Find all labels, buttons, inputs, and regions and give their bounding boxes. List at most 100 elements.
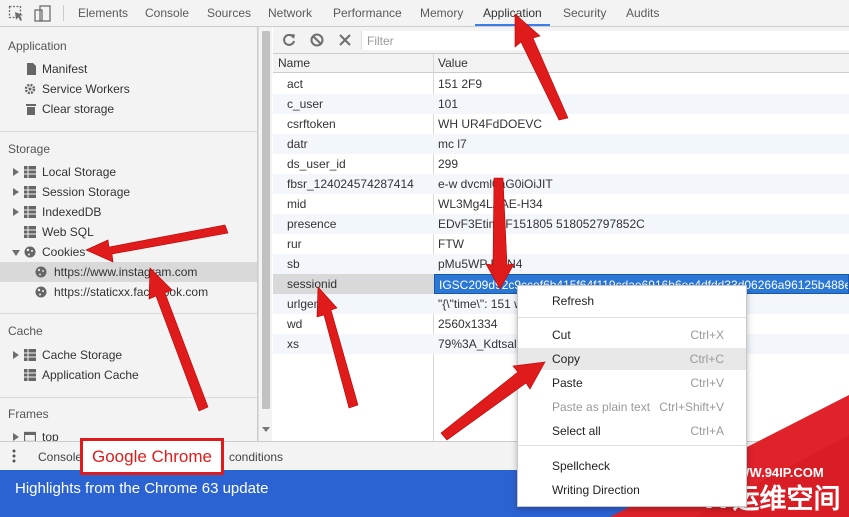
cookie-name-cell[interactable]: datr — [273, 134, 433, 154]
cookie-name-cell[interactable]: csrftoken — [273, 114, 433, 134]
delete-selected-icon[interactable] — [337, 32, 353, 48]
expand-arrow-icon[interactable] — [13, 433, 19, 441]
column-header-value[interactable]: Value — [438, 54, 468, 73]
menu-item-spellcheck[interactable]: Spellcheck — [518, 455, 746, 477]
expand-arrow-icon[interactable] — [13, 188, 19, 196]
cookie-name-cell[interactable]: act — [273, 74, 433, 94]
cookie-name-cell[interactable]: fbsr_124024574287414 — [273, 174, 433, 194]
tab-memory[interactable]: Memory — [420, 0, 463, 26]
sidebar-item-application-cache[interactable]: Application Cache — [0, 365, 257, 385]
menu-item-label: Paste — [552, 376, 583, 390]
sidebar-item-cookies[interactable]: Cookies — [0, 242, 257, 262]
device-toggle-icon[interactable] — [34, 5, 51, 22]
sidebar-item-cookie-site[interactable]: https://staticxx.facebook.com — [0, 282, 257, 302]
menu-item-copy[interactable]: Copy Ctrl+C — [518, 348, 746, 370]
scroll-down-icon[interactable] — [262, 427, 270, 432]
table-row[interactable]: act 151 2F9 — [273, 74, 849, 94]
tab-console[interactable]: Console — [145, 0, 189, 26]
context-menu: Refresh Cut Ctrl+X Copy Ctrl+C Paste Ctrl+V Pas… — [517, 285, 747, 507]
cookie-value-cell[interactable]: 101 — [434, 94, 849, 114]
expand-arrow-icon[interactable] — [13, 208, 19, 216]
table-row[interactable]: rur FTW — [273, 234, 849, 254]
tab-elements[interactable]: Elements — [78, 0, 128, 26]
menu-item-select-all[interactable]: Select all Ctrl+A — [518, 420, 746, 442]
banner-text[interactable]: Highlights from the Chrome 63 update — [15, 480, 268, 497]
sidebar-item-label: Service Workers — [42, 82, 130, 96]
table-row[interactable]: c_user 101 — [273, 94, 849, 114]
sidebar-item-service-workers[interactable]: Service Workers — [0, 79, 257, 99]
cookie-name-cell[interactable]: urlgen — [273, 294, 433, 314]
cookie-value-cell[interactable]: WH UR4FdDOEVC — [434, 114, 849, 134]
sidebar-scrollbar[interactable] — [258, 27, 272, 441]
cookie-name-cell[interactable]: rur — [273, 234, 433, 254]
cookie-value-cell[interactable]: pMu5WP BDN4 — [434, 254, 849, 274]
cookie-value-cell[interactable]: WL3Mg4LAAE-H34 — [434, 194, 849, 214]
menu-item-cut[interactable]: Cut Ctrl+X — [518, 324, 746, 346]
inspect-icon[interactable] — [8, 5, 25, 22]
menu-item-shortcut: Ctrl+C — [689, 352, 724, 366]
menu-item-label: Copy — [552, 352, 581, 366]
cookie-name-cell[interactable]: ds_user_id — [273, 154, 433, 174]
cookie-value-cell[interactable]: mc l7 — [434, 134, 849, 154]
sidebar-item-indexeddb[interactable]: IndexedDB — [0, 202, 257, 222]
sidebar-item-session-storage[interactable]: Session Storage — [0, 182, 257, 202]
expand-arrow-icon[interactable] — [13, 168, 19, 176]
cookie-name-cell[interactable]: wd — [273, 314, 433, 334]
tab-application[interactable]: Application — [475, 0, 550, 26]
table-row[interactable]: mid WL3Mg4LAAE-H34 — [273, 194, 849, 214]
table-row[interactable]: sb pMu5WP BDN4 — [273, 254, 849, 274]
tab-sources[interactable]: Sources — [207, 0, 251, 26]
table-row[interactable]: presence EDvF3EtimeF151805 518052797852C — [273, 214, 849, 234]
sidebar-item-web-sql[interactable]: Web SQL — [0, 222, 257, 242]
collapse-arrow-icon[interactable] — [12, 250, 20, 256]
trash-icon — [25, 103, 37, 115]
sidebar-item-cache-storage[interactable]: Cache Storage — [0, 345, 257, 365]
clear-all-icon[interactable] — [309, 32, 325, 48]
cookie-value-cell[interactable]: e-w dvcml0aG0iOiJIT — [434, 174, 849, 194]
scrollbar-thumb[interactable] — [262, 31, 270, 409]
cookie-value-cell[interactable]: EDvF3EtimeF151805 518052797852C — [434, 214, 849, 234]
cookie-value-cell[interactable]: 299 — [434, 154, 849, 174]
menu-item-label: Select all — [552, 424, 601, 438]
cookie-name-cell[interactable]: mid — [273, 194, 433, 214]
menu-item-paste[interactable]: Paste Ctrl+V — [518, 372, 746, 394]
menu-item-shortcut: Ctrl+A — [690, 424, 724, 438]
column-header-name[interactable]: Name — [278, 54, 310, 73]
drawer-tab-network-conditions[interactable]: conditions — [229, 450, 283, 464]
menu-item-paste-as-plain-text: Paste as plain text Ctrl+Shift+V — [518, 396, 746, 418]
tab-network[interactable]: Network — [268, 0, 312, 26]
menu-item-writing-direction[interactable]: Writing Direction — [518, 479, 746, 501]
section-title-storage: Storage — [8, 142, 51, 156]
cookie-name-cell[interactable]: sb — [273, 254, 433, 274]
application-sidebar: Application Manifest Service Workers Cle… — [0, 27, 258, 441]
table-row[interactable]: fbsr_124024574287414 e-w dvcml0aG0iOiJIT — [273, 174, 849, 194]
document-icon — [25, 63, 37, 75]
drawer-tab-console[interactable]: Console — [38, 450, 82, 464]
sidebar-item-clear-storage[interactable]: Clear storage — [0, 99, 257, 119]
section-title-frames: Frames — [8, 407, 49, 421]
menu-item-refresh[interactable]: Refresh — [518, 290, 746, 312]
refresh-icon[interactable] — [281, 32, 297, 48]
cookie-name-cell[interactable]: xs — [273, 334, 433, 354]
cookie-value-cell[interactable]: FTW — [434, 234, 849, 254]
table-row[interactable]: datr mc l7 — [273, 134, 849, 154]
more-options-icon[interactable] — [12, 449, 16, 463]
sidebar-item-cookie-site[interactable]: https://www.instagram.com — [0, 262, 257, 282]
table-row[interactable]: csrftoken WH UR4FdDOEVC — [273, 114, 849, 134]
menu-item-label: Paste as plain text — [552, 400, 651, 414]
filter-input[interactable] — [361, 31, 849, 50]
cookie-name-cell[interactable]: c_user — [273, 94, 433, 114]
sidebar-item-label: IndexedDB — [42, 205, 102, 219]
cookie-name-cell[interactable]: presence — [273, 214, 433, 234]
tab-performance[interactable]: Performance — [333, 0, 402, 26]
sidebar-item-manifest[interactable]: Manifest — [0, 59, 257, 79]
expand-arrow-icon[interactable] — [13, 351, 19, 359]
cookie-name-cell[interactable]: sessionid — [273, 274, 433, 294]
tab-audits[interactable]: Audits — [626, 0, 659, 26]
tab-security[interactable]: Security — [563, 0, 606, 26]
table-row[interactable]: ds_user_id 299 — [273, 154, 849, 174]
sidebar-item-label: https://www.instagram.com — [54, 265, 198, 279]
sidebar-item-label: Clear storage — [42, 102, 115, 116]
cookie-value-cell[interactable]: 151 2F9 — [434, 74, 849, 94]
sidebar-item-local-storage[interactable]: Local Storage — [0, 162, 257, 182]
